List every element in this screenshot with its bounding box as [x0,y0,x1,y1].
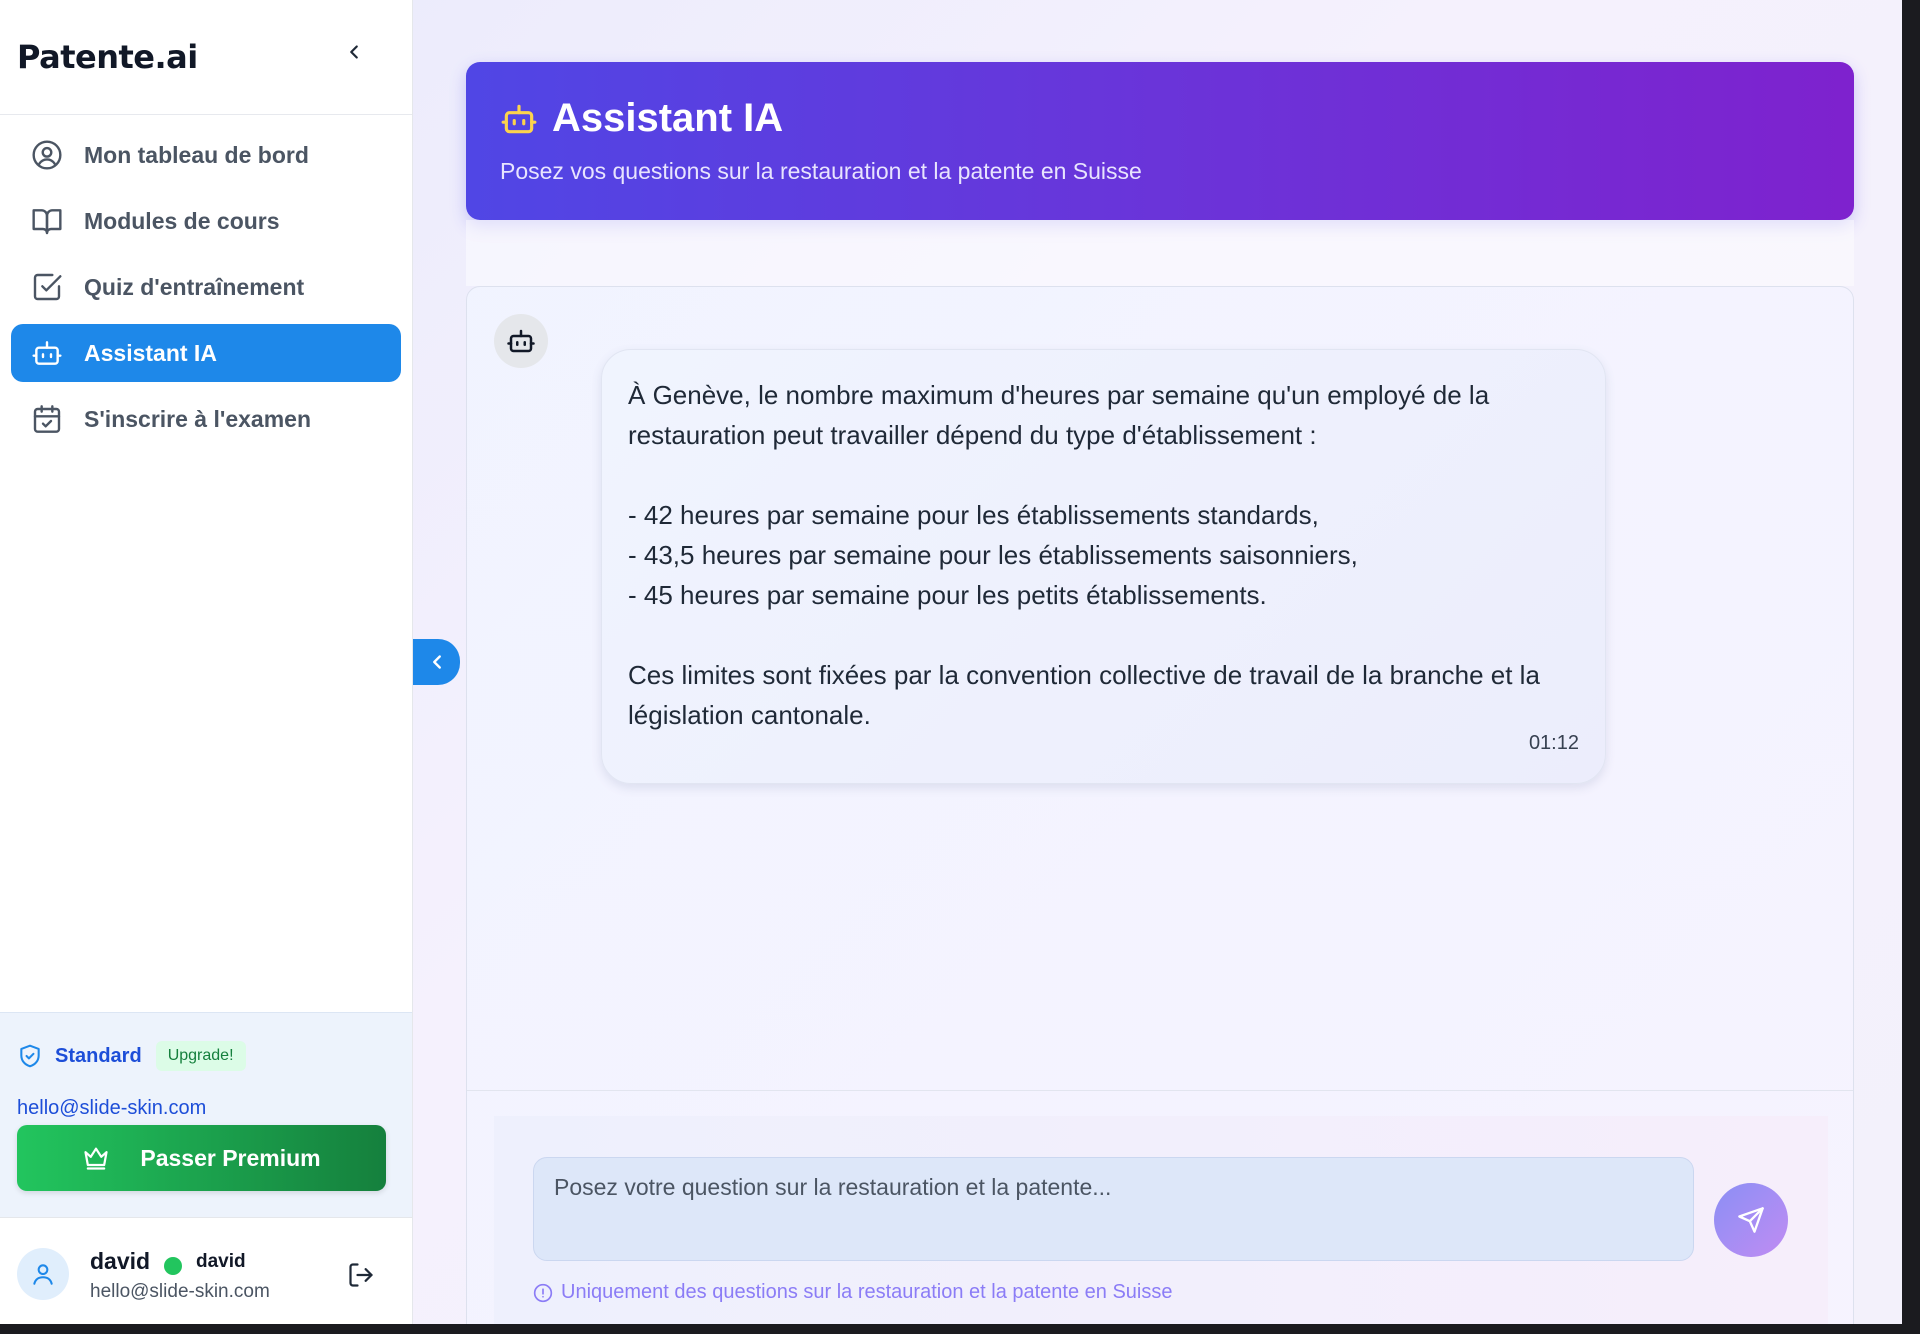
bot-icon [507,329,535,353]
online-status-indicator [164,1257,182,1275]
sidebar-item-label: Assistant IA [84,339,217,366]
assistant-message: À Genève, le nombre maximum d'heures par… [601,349,1606,784]
sidebar-item-label: Modules de cours [84,207,280,234]
go-premium-label: Passer Premium [140,1144,321,1171]
collapse-sidebar-button[interactable] [340,38,368,66]
message-line: Ces limites sont fixées par la conventio… [628,660,1540,730]
logout-icon [349,1263,373,1287]
page-header: Assistant IA Posez vos questions sur la … [466,62,1854,220]
page-subtitle: Posez vos questions sur la restauration … [500,158,1142,184]
bot-icon [501,104,537,133]
sidebar-item-exam[interactable]: S'inscrire à l'examen [11,390,401,448]
input-hint: Uniquement des questions sur la restaura… [533,1281,1172,1304]
sidebar-item-assistant[interactable]: Assistant IA [11,324,401,382]
plan-row: Standard Upgrade! [17,1041,246,1071]
message-composer: Uniquement des questions sur la restaura… [494,1116,1828,1324]
sidebar-item-label: Quiz d'entraînement [84,273,305,300]
user-handle: david [196,1251,246,1272]
user-email: hello@slide-skin.com [90,1281,270,1302]
chat-panel: À Genève, le nombre maximum d'heures par… [466,286,1854,1324]
page-title: Assistant IA [552,96,784,140]
message-body: À Genève, le nombre maximum d'heures par… [628,375,1588,735]
message-line: - 42 heures par semaine pour les établis… [628,500,1319,530]
send-button[interactable] [1714,1183,1788,1257]
send-icon [1738,1207,1764,1233]
sidebar-toggle-button[interactable] [413,639,460,685]
message-timestamp: 01:12 [1528,732,1579,754]
header-spacer [466,220,1854,286]
sidebar: Patente.ai Mon tableau de bord Modules d… [0,0,413,1324]
brand-logo: Patente.ai [17,38,198,76]
message-line: - 43,5 heures par semaine pour les établ… [628,540,1358,570]
sidebar-item-quiz[interactable]: Quiz d'entraînement [11,258,401,316]
checkbox-icon [30,270,64,304]
user-name: david [90,1248,151,1274]
sidebar-item-modules[interactable]: Modules de cours [11,192,401,250]
sidebar-item-label: S'inscrire à l'examen [84,405,312,432]
book-icon [30,204,64,238]
go-premium-button[interactable]: Passer Premium [17,1125,386,1191]
user-circle-icon [30,138,64,172]
page-title-row: Assistant IA [500,96,783,141]
avatar[interactable] [17,1248,69,1300]
divider [467,1090,1853,1091]
user-icon [33,1264,53,1285]
calendar-check-icon [30,402,64,436]
app-window: Patente.ai Mon tableau de bord Modules d… [0,0,1902,1324]
message-line: À Genève, le nombre maximum d'heures par… [628,380,1490,450]
sidebar-nav: Mon tableau de bord Modules de cours Qui… [0,115,412,448]
chevron-left-icon [432,655,441,669]
sidebar-item-label: Mon tableau de bord [84,141,309,168]
chevron-left-icon [350,45,358,59]
info-icon [533,1283,553,1302]
crown-icon [82,1144,110,1172]
message-line: - 45 heures par semaine pour les petits … [628,580,1267,610]
shield-check-icon [20,1044,40,1068]
chat-input[interactable] [533,1157,1694,1261]
bot-icon [30,336,64,370]
upgrade-badge[interactable]: Upgrade! [155,1041,246,1071]
sidebar-item-dashboard[interactable]: Mon tableau de bord [11,126,401,184]
user-panel: david david hello@slide-skin.com [0,1217,412,1324]
plan-email: hello@slide-skin.com [17,1097,207,1119]
plan-panel: Standard Upgrade! hello@slide-skin.com P… [0,1012,412,1217]
input-hint-text: Uniquement des questions sur la restaura… [561,1281,1173,1303]
plan-name: Standard [55,1044,142,1067]
sidebar-header: Patente.ai [0,0,412,115]
assistant-avatar [494,314,548,368]
logout-button[interactable] [344,1258,378,1292]
